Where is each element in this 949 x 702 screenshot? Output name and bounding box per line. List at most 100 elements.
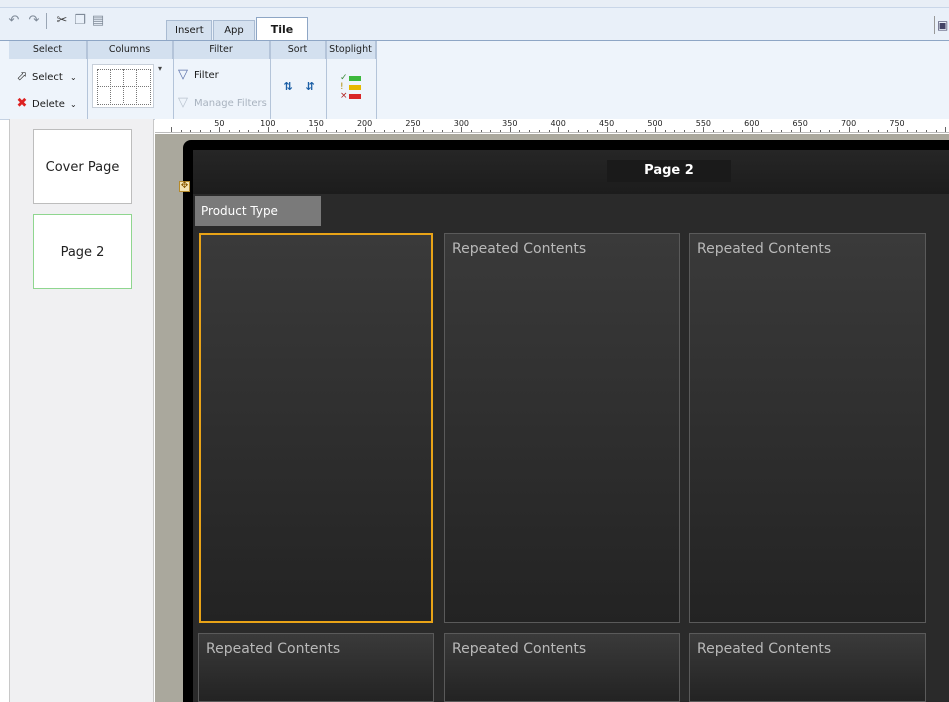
ruler-label: 700 bbox=[840, 119, 857, 128]
sort-ascending-icon[interactable]: ⇅ bbox=[280, 80, 296, 96]
ruler-label: 600 bbox=[744, 119, 760, 128]
title-strip bbox=[0, 0, 949, 8]
move-handle-icon[interactable]: ✥ bbox=[179, 181, 190, 192]
page-thumbnail-cover[interactable]: Cover Page bbox=[33, 129, 132, 204]
ruler-tick bbox=[171, 127, 172, 132]
ruler-tick bbox=[451, 130, 453, 132]
ruler-tick bbox=[790, 130, 792, 132]
ruler-tick bbox=[190, 130, 192, 132]
ruler-tick bbox=[761, 130, 763, 132]
ruler-tick bbox=[422, 130, 424, 132]
ruler-label: 50 bbox=[214, 119, 225, 128]
tile-item[interactable] bbox=[199, 233, 433, 623]
tile-item[interactable]: Repeated Contents bbox=[444, 233, 680, 623]
ruler-tick bbox=[645, 130, 647, 132]
ruler-label: 250 bbox=[405, 119, 421, 128]
columns-layout-button[interactable] bbox=[92, 64, 154, 108]
ruler-tick bbox=[471, 130, 473, 132]
ruler-label: 200 bbox=[356, 119, 373, 128]
ruler-label: 100 bbox=[260, 119, 276, 128]
ruler-tick bbox=[780, 130, 782, 132]
ruler-tick bbox=[345, 130, 347, 132]
group-divider bbox=[173, 41, 174, 120]
ruler-label: 300 bbox=[453, 119, 470, 128]
chevron-down-icon: ⌄ bbox=[70, 100, 77, 109]
ruler-tick bbox=[664, 130, 666, 132]
stoplight-yellow-bar bbox=[349, 85, 361, 90]
ruler-tick bbox=[713, 130, 715, 132]
ruler-tick bbox=[809, 130, 811, 132]
delete-label: Delete bbox=[32, 99, 65, 110]
ruler-tick bbox=[248, 130, 250, 132]
tab-tile[interactable]: Tile bbox=[256, 17, 308, 41]
page-title-bar bbox=[193, 150, 949, 194]
ruler-tick bbox=[838, 130, 840, 132]
ruler-tick bbox=[693, 130, 695, 132]
ruler-tick bbox=[635, 130, 637, 132]
ruler-tick bbox=[548, 130, 550, 132]
page-thumbnail-page-2[interactable]: Page 2 bbox=[33, 214, 132, 289]
ruler-tick bbox=[742, 130, 744, 132]
select-button[interactable]: ⬀ Select ⌄ bbox=[16, 70, 82, 86]
group-label-select: Select bbox=[9, 41, 87, 59]
ruler-tick bbox=[403, 130, 405, 132]
ruler-tick bbox=[209, 130, 211, 132]
stoplight-green-bar bbox=[349, 76, 361, 81]
ruler-tick bbox=[519, 130, 521, 132]
page-title[interactable]: Page 2 bbox=[607, 160, 731, 182]
sort-descending-icon[interactable]: ⇵ bbox=[302, 80, 318, 96]
horizontal-ruler: 50 100 150 200 250 300 350 400 450 500 550 600 650 70… bbox=[155, 119, 949, 133]
group-label-sort: Sort bbox=[270, 41, 326, 59]
tile-item[interactable]: Repeated Contents bbox=[689, 633, 926, 702]
ruler-tick bbox=[577, 130, 579, 132]
paste-icon[interactable]: ▤ bbox=[90, 13, 106, 29]
group-divider bbox=[87, 41, 88, 120]
ruler-tick bbox=[538, 130, 540, 132]
ruler-tick bbox=[480, 130, 482, 132]
ruler-label: 150 bbox=[308, 119, 324, 128]
ruler-tick bbox=[771, 130, 773, 132]
tab-app[interactable]: App bbox=[213, 20, 255, 40]
cut-icon[interactable]: ✂ bbox=[54, 13, 70, 29]
ruler-tick bbox=[529, 130, 531, 132]
group-by-label[interactable]: Product Type bbox=[195, 196, 321, 226]
undo-icon[interactable]: ↶ bbox=[6, 13, 22, 29]
tab-insert[interactable]: Insert bbox=[166, 20, 212, 40]
redo-icon[interactable]: ↷ bbox=[26, 13, 42, 29]
tile-item[interactable]: Repeated Contents bbox=[689, 233, 926, 623]
ruler-tick bbox=[325, 130, 327, 132]
group-divider bbox=[270, 41, 271, 120]
ruler-tick bbox=[616, 130, 618, 132]
manage-filters-button[interactable]: ▽ Manage Filters bbox=[178, 96, 268, 112]
ruler-tick bbox=[587, 130, 589, 132]
group-divider bbox=[376, 41, 377, 120]
grid-line bbox=[97, 86, 149, 87]
stoplight-button[interactable]: ✓ ! × bbox=[340, 73, 362, 102]
filter-button[interactable]: ▽ Filter bbox=[178, 68, 248, 84]
ruler-tick bbox=[684, 130, 686, 132]
ruler-label: 450 bbox=[598, 119, 615, 128]
toolbar-separator bbox=[46, 13, 47, 29]
ruler-tick bbox=[567, 130, 569, 132]
ruler-tick bbox=[306, 130, 308, 132]
window-icon[interactable]: ▣ bbox=[934, 16, 949, 34]
ruler-tick bbox=[945, 127, 947, 132]
ruler-tick bbox=[200, 130, 202, 132]
tile-item[interactable]: Repeated Contents bbox=[444, 633, 680, 702]
ruler-tick bbox=[374, 130, 376, 132]
tile-item[interactable]: Repeated Contents bbox=[198, 633, 434, 702]
ruler-tick bbox=[625, 130, 627, 132]
ruler-label: 500 bbox=[647, 119, 663, 128]
manage-filters-label: Manage Filters bbox=[194, 98, 267, 109]
ruler-tick bbox=[829, 130, 831, 132]
ruler-tick bbox=[432, 130, 434, 132]
delete-button[interactable]: ✖ Delete ⌄ bbox=[16, 97, 82, 113]
columns-dropdown-icon[interactable]: ▾ bbox=[155, 64, 165, 76]
ruler-tick bbox=[858, 130, 860, 132]
ruler-tick bbox=[732, 130, 734, 132]
ruler-tick bbox=[722, 130, 724, 132]
copy-icon[interactable]: ❐ bbox=[72, 13, 88, 29]
group-label-columns: Columns bbox=[87, 41, 173, 59]
ruler-label: 750 bbox=[889, 119, 905, 128]
ruler-tick bbox=[906, 130, 908, 132]
